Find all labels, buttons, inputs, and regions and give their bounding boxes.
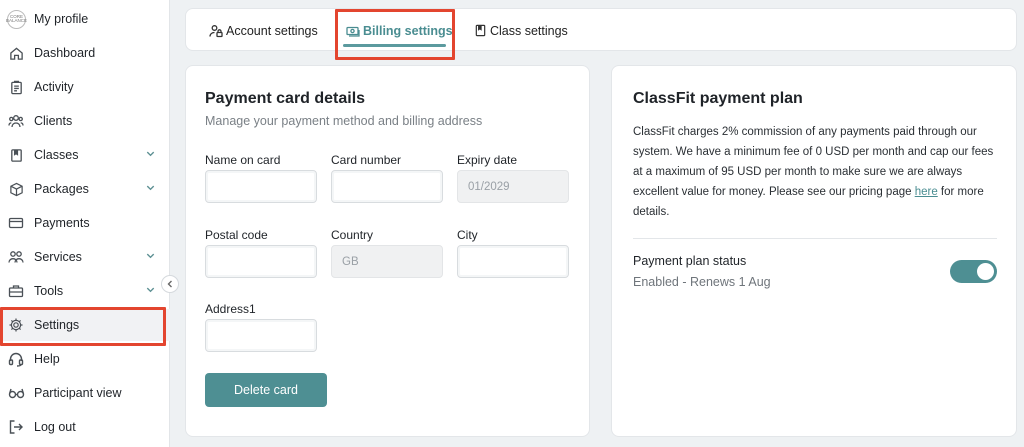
users-icon xyxy=(7,112,25,130)
package-icon xyxy=(7,180,25,198)
book-icon xyxy=(7,146,25,164)
payment-plan-panel xyxy=(611,65,1017,437)
sidebar-item-packages[interactable]: Packages xyxy=(0,173,170,205)
country-input xyxy=(331,245,443,278)
payment-plan-status-label: Payment plan status xyxy=(633,254,747,268)
sidebar-item-label: Payments xyxy=(34,216,90,230)
sidebar-item-label: My profile xyxy=(34,12,89,26)
book-icon xyxy=(474,24,487,37)
payment-plan-description: ClassFit charges 2% commission of any pa… xyxy=(633,122,1005,222)
country-label: Country xyxy=(331,228,374,242)
city-input[interactable] xyxy=(457,245,569,278)
sidebar-item-label: Log out xyxy=(34,420,76,434)
sidebar-item-help[interactable]: Help xyxy=(0,343,170,375)
sidebar-item-label: Dashboard xyxy=(34,46,96,60)
card-number-input[interactable] xyxy=(331,170,443,203)
pricing-page-link[interactable]: here xyxy=(915,186,938,198)
name-on-card-label: Name on card xyxy=(205,153,281,167)
sidebar-item-participant-view[interactable]: Participant view xyxy=(0,377,170,409)
payment-card-subtitle: Manage your payment method and billing a… xyxy=(205,114,483,128)
payment-plan-toggle[interactable] xyxy=(950,260,997,283)
collapse-sidebar-button[interactable] xyxy=(161,275,179,293)
address1-label: Address1 xyxy=(205,302,256,316)
credit-card-icon xyxy=(7,214,25,232)
payment-plan-title: ClassFit payment plan xyxy=(633,90,803,107)
tab-label: Class settings xyxy=(490,23,568,38)
address1-input[interactable] xyxy=(205,319,317,352)
toggle-knob xyxy=(977,263,994,280)
toolbox-icon xyxy=(7,282,25,300)
sidebar-item-label: Packages xyxy=(34,182,89,196)
sidebar-item-label: Services xyxy=(34,250,82,264)
divider xyxy=(633,238,997,239)
card-number-label: Card number xyxy=(331,153,402,167)
sidebar-item-label: Tools xyxy=(34,284,64,298)
tab-account-settings[interactable]: Account settings xyxy=(209,9,318,52)
sidebar-item-label: Participant view xyxy=(34,386,122,400)
payment-plan-status-value: Enabled - Renews 1 Aug xyxy=(633,275,771,289)
user-lock-icon xyxy=(209,24,223,38)
sidebar-item-services[interactable]: Services xyxy=(0,241,170,273)
sidebar-item-payments[interactable]: Payments xyxy=(0,207,170,239)
tab-label: Account settings xyxy=(226,23,318,38)
chevron-down-icon[interactable] xyxy=(145,182,156,193)
tab-class-settings[interactable]: Class settings xyxy=(474,9,568,52)
name-on-card-input[interactable] xyxy=(205,170,317,203)
sidebar-item-tools[interactable]: Tools xyxy=(0,275,170,307)
sidebar-item-classes[interactable]: Classes xyxy=(0,139,170,171)
avatar: CORE BALANCE xyxy=(6,9,27,29)
sidebar-item-clients[interactable]: Clients xyxy=(0,105,170,137)
home-icon xyxy=(7,44,25,62)
sidebar-item-label: Help xyxy=(34,352,60,366)
settings-highlight-box xyxy=(0,307,166,346)
logout-icon xyxy=(7,418,25,436)
payment-card-title: Payment card details xyxy=(205,90,366,107)
sidebar-item-log-out[interactable]: Log out xyxy=(0,411,170,443)
city-label: City xyxy=(457,228,478,242)
sidebar-item-label: Clients xyxy=(34,114,73,128)
expiry-date-label: Expiry date xyxy=(457,153,518,167)
headset-icon xyxy=(7,350,25,368)
delete-card-button[interactable]: Delete card xyxy=(205,373,327,407)
sidebar: CORE BALANCE My profile Dashboard Activi… xyxy=(0,0,170,447)
chevron-down-icon[interactable] xyxy=(145,148,156,159)
postal-code-label: Postal code xyxy=(205,228,268,242)
settings-tabs: Account settings Billing settings Class … xyxy=(185,8,1017,51)
sidebar-item-label: Classes xyxy=(34,148,79,162)
chevron-down-icon[interactable] xyxy=(145,250,156,261)
chevron-left-icon xyxy=(165,279,175,289)
sidebar-item-activity[interactable]: Activity xyxy=(0,71,170,103)
glasses-icon xyxy=(7,384,25,402)
expiry-date-input xyxy=(457,170,569,203)
postal-code-input[interactable] xyxy=(205,245,317,278)
sidebar-item-dashboard[interactable]: Dashboard xyxy=(0,37,170,69)
clipboard-icon xyxy=(7,78,25,96)
sidebar-item-my-profile[interactable]: CORE BALANCE My profile xyxy=(0,3,170,35)
chevron-down-icon[interactable] xyxy=(145,284,156,295)
sidebar-item-label: Activity xyxy=(34,80,74,94)
people-icon xyxy=(7,248,25,266)
billing-tab-highlight-box xyxy=(335,9,455,60)
